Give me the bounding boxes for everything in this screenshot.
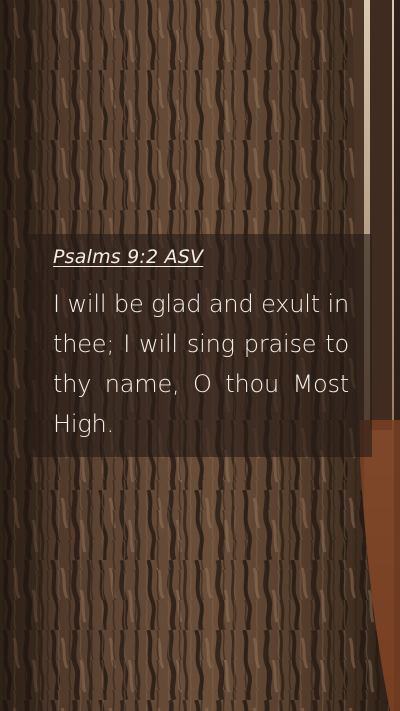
verse-reference: Psalms 9:2 ASV	[53, 246, 204, 268]
verse-wallpaper: Psalms 9:2 ASV I will be glad and exult …	[0, 0, 400, 711]
verse-overlay-panel: Psalms 9:2 ASV I will be glad and exult …	[27, 234, 372, 457]
verse-text: I will be glad and exult in thee; I will…	[53, 290, 349, 438]
